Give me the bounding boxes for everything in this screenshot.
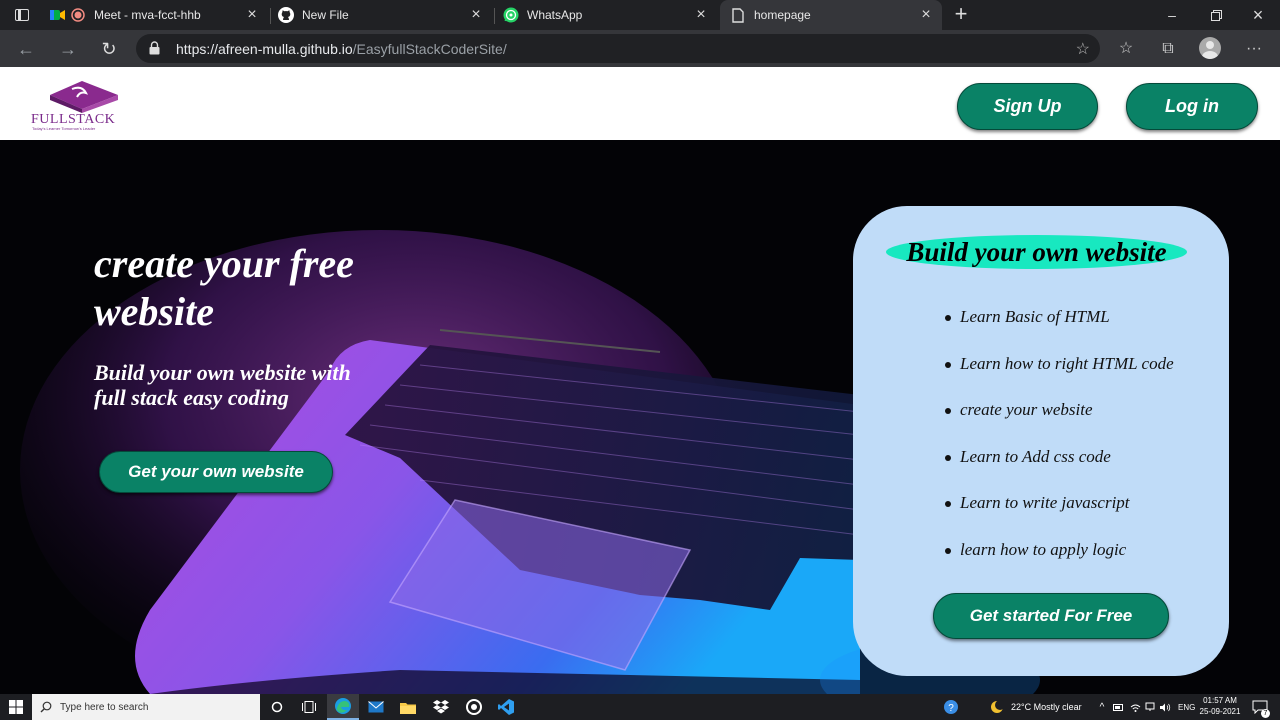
help-icon[interactable]: ? xyxy=(940,694,962,720)
restore-icon xyxy=(1210,9,1222,21)
collections-icon[interactable]: ⧉ xyxy=(1156,37,1180,61)
list-item: Learn how to right HTML code xyxy=(945,353,1174,400)
github-icon xyxy=(278,7,294,23)
recording-icon xyxy=(70,7,86,23)
network-icon[interactable] xyxy=(1143,694,1157,720)
card-title: Build your own website xyxy=(886,235,1187,269)
clock-date: 25-09-2021 xyxy=(1199,707,1241,716)
tab-label: homepage xyxy=(754,8,811,22)
search-icon xyxy=(40,701,52,713)
features-list: Learn Basic of HTML Learn how to right H… xyxy=(945,306,1174,586)
close-tab-icon[interactable]: × xyxy=(693,7,709,23)
get-your-own-website-button[interactable]: Get your own website xyxy=(99,451,333,493)
taskbar-search-box[interactable]: Type here to search xyxy=(32,694,260,720)
favorites-icon[interactable]: ☆ xyxy=(1114,37,1138,61)
site-header: FULLSTACK Today's Learner Tomorrow's Lea… xyxy=(0,67,1280,140)
wifi-icon[interactable] xyxy=(1128,694,1142,720)
tab-label: New File xyxy=(302,8,349,22)
reload-button[interactable]: ↻ xyxy=(97,37,121,61)
task-view-icon[interactable] xyxy=(296,694,322,720)
search-placeholder: Type here to search xyxy=(60,701,149,713)
close-tab-icon[interactable]: × xyxy=(468,7,484,23)
new-tab-button[interactable]: + xyxy=(950,3,972,26)
profile-avatar[interactable] xyxy=(1199,37,1221,59)
svg-text:?: ? xyxy=(948,703,954,714)
browser-tab-bar: Meet - mva-fcct-hhb × New File × WhatsAp… xyxy=(0,0,1280,30)
whatsapp-icon xyxy=(503,7,519,23)
hero-title: create your free website xyxy=(94,241,354,334)
browser-toolbar: ← → ↻ https://afreen-mulla.github.io/Eas… xyxy=(0,30,1280,67)
tab-whatsapp[interactable]: WhatsApp × xyxy=(503,0,717,30)
minimize-button[interactable]: – xyxy=(1150,0,1194,30)
tab-actions-button[interactable] xyxy=(0,0,44,30)
list-item: create your website xyxy=(945,399,1174,446)
back-button[interactable]: ← xyxy=(14,37,38,61)
add-favorite-icon[interactable]: ☆ xyxy=(1076,39,1090,59)
more-menu-icon[interactable]: ··· xyxy=(1242,37,1266,61)
list-item: Learn to write javascript xyxy=(945,492,1174,539)
tab-label: WhatsApp xyxy=(527,8,583,22)
taskbar-clock[interactable]: 01:57 AM 25-09-2021 xyxy=(1198,695,1242,717)
dropbox-icon[interactable] xyxy=(428,694,454,720)
weather-moon-icon[interactable] xyxy=(987,694,1007,720)
clock-time: 01:57 AM xyxy=(1203,696,1237,705)
windows-taskbar: Type here to search ? 22°C Mostly clear … xyxy=(0,694,1280,720)
language-indicator[interactable]: ENG xyxy=(1178,694,1195,720)
list-item: learn how to apply logic xyxy=(945,539,1174,586)
edge-taskbar-icon[interactable] xyxy=(327,694,359,720)
notification-count-badge: 7 xyxy=(1261,709,1270,718)
github-desktop-icon[interactable] xyxy=(461,694,487,720)
google-meet-icon xyxy=(50,7,66,23)
start-button[interactable] xyxy=(0,694,32,720)
notifications-button[interactable]: 7 xyxy=(1249,694,1271,720)
tab-divider xyxy=(270,8,271,24)
get-started-button[interactable]: Get started For Free xyxy=(933,593,1169,639)
features-card: Build your own website Learn Basic of HT… xyxy=(853,206,1229,676)
log-in-button[interactable]: Log in xyxy=(1126,83,1258,130)
cortana-icon[interactable] xyxy=(264,694,290,720)
volume-icon[interactable] xyxy=(1158,694,1172,720)
url-text: https://afreen-mulla.github.io/EasyfullS… xyxy=(176,41,507,57)
tab-meet[interactable]: Meet - mva-fcct-hhb × xyxy=(50,0,268,30)
close-window-button[interactable]: × xyxy=(1236,0,1280,30)
sign-up-button[interactable]: Sign Up xyxy=(957,83,1098,130)
book-logo-icon xyxy=(50,81,118,113)
tab-homepage[interactable]: homepage × xyxy=(720,0,942,30)
forward-button[interactable]: → xyxy=(56,37,80,61)
hero-section: create your free website Build your own … xyxy=(0,140,1280,694)
windows-logo-icon xyxy=(9,700,23,714)
weather-text[interactable]: 22°C Mostly clear xyxy=(1011,694,1082,720)
vscode-icon[interactable] xyxy=(493,694,519,720)
tab-new-file[interactable]: New File × xyxy=(278,0,492,30)
battery-icon[interactable] xyxy=(1111,694,1125,720)
address-bar[interactable]: https://afreen-mulla.github.io/EasyfullS… xyxy=(136,34,1100,63)
close-tab-icon[interactable]: × xyxy=(918,7,934,23)
lock-icon[interactable] xyxy=(149,41,160,55)
tab-label: Meet - mva-fcct-hhb xyxy=(94,8,201,22)
tab-actions-icon xyxy=(15,9,29,21)
maximize-button[interactable] xyxy=(1194,0,1238,30)
file-explorer-icon[interactable] xyxy=(395,694,421,720)
fullstack-logo[interactable]: FULLSTACK Today's Learner Tomorrow's Lea… xyxy=(30,81,136,133)
hero-subtitle: Build your own website with full stack e… xyxy=(94,360,351,410)
list-item: Learn Basic of HTML xyxy=(945,306,1174,353)
document-icon xyxy=(730,7,746,23)
tab-divider xyxy=(494,8,495,24)
list-item: Learn to Add css code xyxy=(945,446,1174,493)
chevron-up-icon[interactable]: ^ xyxy=(1095,694,1109,720)
web-page: FULLSTACK Today's Learner Tomorrow's Lea… xyxy=(0,67,1280,694)
close-tab-icon[interactable]: × xyxy=(244,7,260,23)
mail-icon[interactable] xyxy=(363,694,389,720)
logo-tagline: Today's Learner Tomorrow's Leader xyxy=(32,126,96,131)
